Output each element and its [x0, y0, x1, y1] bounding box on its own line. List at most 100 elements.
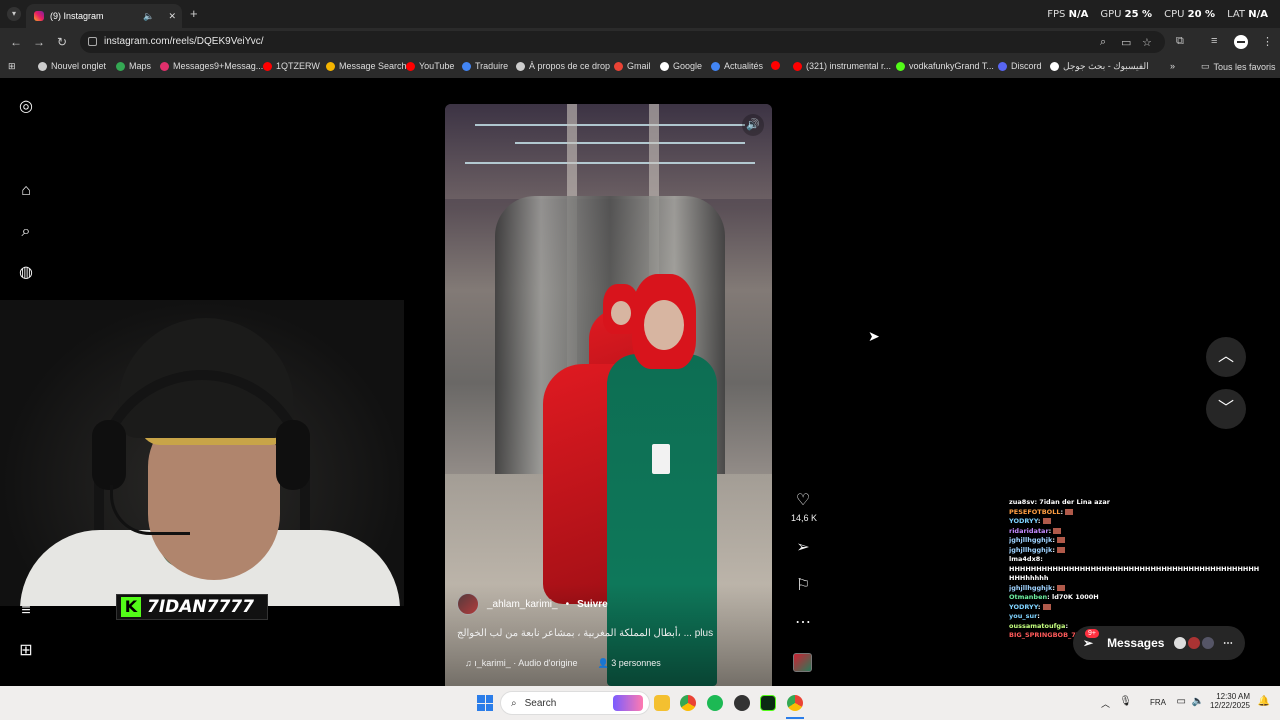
- bookmark-item[interactable]: À propos de ce drop: [516, 61, 610, 71]
- browser-menu-icon[interactable]: ⋮: [1262, 35, 1273, 48]
- volume-icon[interactable]: 🔊: [742, 114, 764, 136]
- bookmark-item[interactable]: Google: [660, 61, 702, 71]
- bookmark-item[interactable]: Messages9+Messag...: [160, 61, 263, 71]
- cast-icon[interactable]: ▭: [1121, 36, 1131, 49]
- file-explorer-icon[interactable]: [654, 695, 670, 711]
- message-avatars: [1173, 636, 1215, 650]
- video-ceiling: [445, 104, 772, 199]
- bookmark-label: YouTube: [419, 61, 455, 71]
- cpu-readout: CPU 20 %: [1164, 9, 1216, 20]
- reel-caption[interactable]: أبطال المملكة المغربية ، بمشاعر نابعة من…: [457, 628, 717, 639]
- like-heart-icon[interactable]: ♡: [792, 490, 814, 510]
- zoom-icon[interactable]: ⌕: [1100, 36, 1106, 49]
- bookmark-label: Messages9+Messag...: [173, 61, 264, 71]
- bookmark-item[interactable]: الفيسبوك - بحث جوجل: [1050, 61, 1149, 72]
- globe-icon: [516, 61, 525, 71]
- back-arrow-icon[interactable]: ←: [10, 35, 22, 49]
- previous-reel-chevron-up-icon[interactable]: ︿: [1206, 337, 1246, 377]
- author-avatar[interactable]: [457, 593, 479, 615]
- terminal-app-icon[interactable]: [760, 695, 776, 711]
- chat-username: PESEFOTBOLL: [1009, 507, 1061, 516]
- bookmark-label: Nouvel onglet: [51, 61, 107, 71]
- like-count: 14,6 K: [790, 513, 818, 523]
- microphone-icon[interactable]: 🎙: [1119, 696, 1132, 707]
- bookmark-item[interactable]: (321) instrumental r...: [793, 61, 891, 71]
- all-bookmarks-folder[interactable]: ▭ Tous les favoris: [1201, 61, 1276, 72]
- home-icon[interactable]: ⌂: [17, 182, 35, 200]
- explore-compass-icon[interactable]: ◍: [17, 264, 35, 282]
- site-info-icon[interactable]: [88, 37, 97, 46]
- tray-chevron-up-icon[interactable]: ︿: [1101, 697, 1110, 710]
- bookmark-item[interactable]: Maps: [116, 61, 151, 71]
- language-indicator[interactable]: FRA: [1150, 698, 1166, 707]
- globe-icon: [38, 61, 47, 71]
- bookmark-item[interactable]: Gmail: [614, 61, 651, 71]
- reel-video[interactable]: 🔊 _ahlam_karimi_ • Suivre أبطال المملكة …: [445, 104, 772, 686]
- bookmark-item[interactable]: [771, 61, 784, 70]
- tab-search-button[interactable]: ▾: [7, 7, 21, 21]
- taskbar-search[interactable]: ⌕ Search: [500, 691, 650, 715]
- bookmark-item[interactable]: 1QTZERW: [263, 61, 320, 71]
- chat-username: oussamatoufga: [1009, 621, 1066, 630]
- network-icon[interactable]: ▭: [1177, 696, 1186, 707]
- also-from-meta-icon[interactable]: ⊞: [17, 642, 35, 660]
- share-send-icon[interactable]: ➢: [792, 537, 814, 557]
- tagged-people[interactable]: 👤 3 personnes: [598, 658, 661, 669]
- bookmark-item[interactable]: vodkafunkyGrand T...: [896, 61, 994, 71]
- obs-icon[interactable]: [734, 695, 750, 711]
- messages-pill[interactable]: ➢ Messages ⋯: [1073, 626, 1245, 660]
- webcam-overlay: [0, 300, 404, 606]
- chat-text: :: [1052, 545, 1055, 554]
- chrome-active-icon[interactable]: [787, 695, 803, 711]
- bookmark-item[interactable]: Nouvel onglet: [38, 61, 106, 71]
- bookmark-item[interactable]: Message Search: [326, 61, 407, 71]
- instagram-logo-icon[interactable]: ◎: [17, 98, 35, 116]
- search-icon[interactable]: ⌕: [17, 223, 35, 241]
- bookmark-label: Gmail: [627, 61, 651, 71]
- more-options-icon[interactable]: ⋯: [792, 612, 814, 632]
- chat-username: YODRYY: [1009, 602, 1038, 611]
- instagram-icon: [160, 61, 169, 71]
- chrome-icon[interactable]: [680, 695, 696, 711]
- follow-button[interactable]: Suivre: [577, 599, 608, 610]
- tab-mute-icon[interactable]: 🔈: [143, 11, 154, 22]
- bookmark-item[interactable]: YouTube: [406, 61, 454, 71]
- ceiling-light: [475, 124, 745, 126]
- volume-icon[interactable]: 🔈: [1192, 696, 1204, 707]
- search-highlight-icon: [613, 695, 643, 711]
- forward-arrow-icon[interactable]: →: [33, 35, 45, 49]
- apps-grid-icon[interactable]: ⊞: [8, 61, 16, 72]
- next-reel-chevron-down-icon[interactable]: ﹀: [1206, 389, 1246, 429]
- save-bookmark-icon[interactable]: ⚐: [792, 575, 814, 595]
- clock[interactable]: 12:30 AM 12/22/2025: [1210, 692, 1250, 710]
- active-app-indicator: [786, 717, 804, 719]
- notification-bell-icon[interactable]: 🔔: [1258, 696, 1270, 707]
- chat-username: HHHhhhhh: [1009, 574, 1049, 582]
- bookmark-item[interactable]: Traduire: [462, 61, 508, 71]
- tab-close-button[interactable]: ✕: [168, 11, 176, 22]
- profile-avatar[interactable]: [1234, 35, 1248, 49]
- messages-pill-badge: 9+: [1085, 629, 1099, 638]
- bookmark-item[interactable]: Actualités: [711, 61, 763, 71]
- chat-text: :: [1037, 612, 1040, 620]
- bookmark-label: Google: [673, 61, 703, 71]
- audio-link[interactable]: ♫ ı_karimi_ · Audio d'origine: [465, 658, 578, 669]
- spotify-icon[interactable]: [707, 695, 723, 711]
- windows-start-icon[interactable]: [477, 695, 493, 711]
- address-bar[interactable]: instagram.com/reels/DQEK9VeiYvc/ ⌕ ▭ ☆: [80, 31, 1165, 53]
- reading-list-icon[interactable]: ≡: [1211, 35, 1217, 47]
- more-bookmarks-chevron-icon[interactable]: »: [1170, 61, 1175, 71]
- bookmark-label: Actualités: [724, 61, 764, 71]
- new-tab-button[interactable]: +: [190, 6, 198, 21]
- discord-icon: [998, 61, 1007, 71]
- extensions-icon[interactable]: ⧉: [1176, 35, 1184, 48]
- headset-earcup: [92, 420, 126, 490]
- bookmark-star-icon[interactable]: ☆: [1142, 36, 1152, 49]
- bookmark-item[interactable]: Discord: [998, 61, 1042, 71]
- audio-thumbnail[interactable]: [793, 653, 812, 672]
- reload-icon[interactable]: ↻: [57, 35, 67, 49]
- author-username[interactable]: _ahlam_karimi_: [487, 599, 558, 610]
- browser-tab-instagram[interactable]: (9) Instagram 🔈 ✕: [26, 4, 182, 28]
- chat-username: zua8sv: [1009, 498, 1035, 506]
- chat-emote-icon: [1056, 537, 1065, 543]
